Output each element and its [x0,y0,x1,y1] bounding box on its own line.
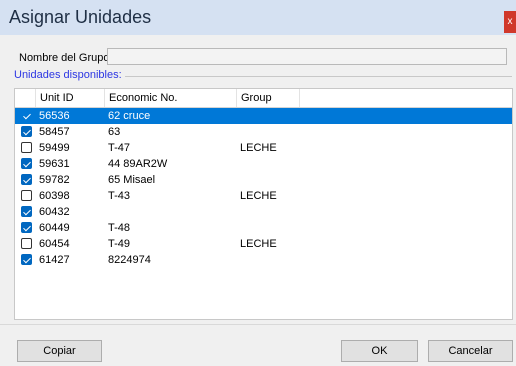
unit-id-cell: 59499 [39,142,70,154]
button-bar: Copiar OK Cancelar [0,324,516,366]
table-row[interactable]: 60432 [15,204,512,220]
row-checkbox[interactable] [21,110,32,121]
list-header: Unit ID Economic No. Group [15,89,512,108]
unit-id-cell: 60449 [39,222,70,234]
row-checkbox[interactable] [21,206,32,217]
economic-no-cell: T-47 [108,142,131,154]
unit-id-cell: 58457 [39,126,70,138]
close-button[interactable]: x [504,11,516,33]
economic-no-cell: 8224974 [108,254,151,266]
table-row[interactable]: 60454 T-49 LECHE [15,236,512,252]
column-header-unit-id[interactable]: Unit ID [36,89,105,107]
unit-id-cell: 60454 [39,238,70,250]
table-row[interactable]: 59782 65 Misael [15,172,512,188]
cancel-button[interactable]: Cancelar [428,340,513,362]
table-row[interactable]: 58457 63 [15,124,512,140]
window-title: Asignar Unidades [9,7,152,27]
row-checkbox[interactable] [21,238,32,249]
row-checkbox[interactable] [21,254,32,265]
unit-id-cell: 59782 [39,174,70,186]
unit-id-cell: 60398 [39,190,70,202]
group-name-label: Nombre del Grupo: [19,52,113,64]
row-checkbox[interactable] [21,222,32,233]
table-row[interactable]: 61427 8224974 [15,252,512,268]
unit-id-cell: 56536 [39,110,70,122]
ok-button[interactable]: OK [341,340,418,362]
unit-id-cell: 61427 [39,254,70,266]
row-checkbox[interactable] [21,142,32,153]
table-row[interactable]: 60449 T-48 [15,220,512,236]
title-bar: Asignar Unidades x [0,0,516,35]
economic-no-cell: 63 [108,126,121,138]
economic-no-cell: T-49 [108,238,131,250]
units-section-label: Unidades disponibles: [14,69,125,81]
row-checkbox[interactable] [21,174,32,185]
economic-no-cell: 62 cruce [108,110,151,122]
group-cell: LECHE [240,142,277,154]
units-listview[interactable]: Unit ID Economic No. Group 56536 62 cruce… [14,88,513,320]
copy-button[interactable]: Copiar [17,340,102,362]
economic-no-cell: 44 89AR2W [108,158,168,170]
row-checkbox[interactable] [21,190,32,201]
row-checkbox[interactable] [21,158,32,169]
column-header-economic-no[interactable]: Economic No. [105,89,237,107]
unit-id-cell: 60432 [39,206,70,218]
table-row[interactable]: 59499 T-47 LECHE [15,140,512,156]
section-divider [116,76,512,77]
table-row[interactable]: 60398 T-43 LECHE [15,188,512,204]
economic-no-cell: T-43 [108,190,131,202]
table-row[interactable]: 56536 62 cruce [15,108,512,124]
checkbox-column-header [15,89,36,107]
group-cell: LECHE [240,190,277,202]
table-row[interactable]: 59631 44 89AR2W [15,156,512,172]
row-checkbox[interactable] [21,126,32,137]
column-header-group[interactable]: Group [237,89,300,107]
unit-id-cell: 59631 [39,158,70,170]
economic-no-cell: T-48 [108,222,131,234]
group-cell: LECHE [240,238,277,250]
group-name-field[interactable] [107,48,507,65]
economic-no-cell: 65 Misael [108,174,156,186]
